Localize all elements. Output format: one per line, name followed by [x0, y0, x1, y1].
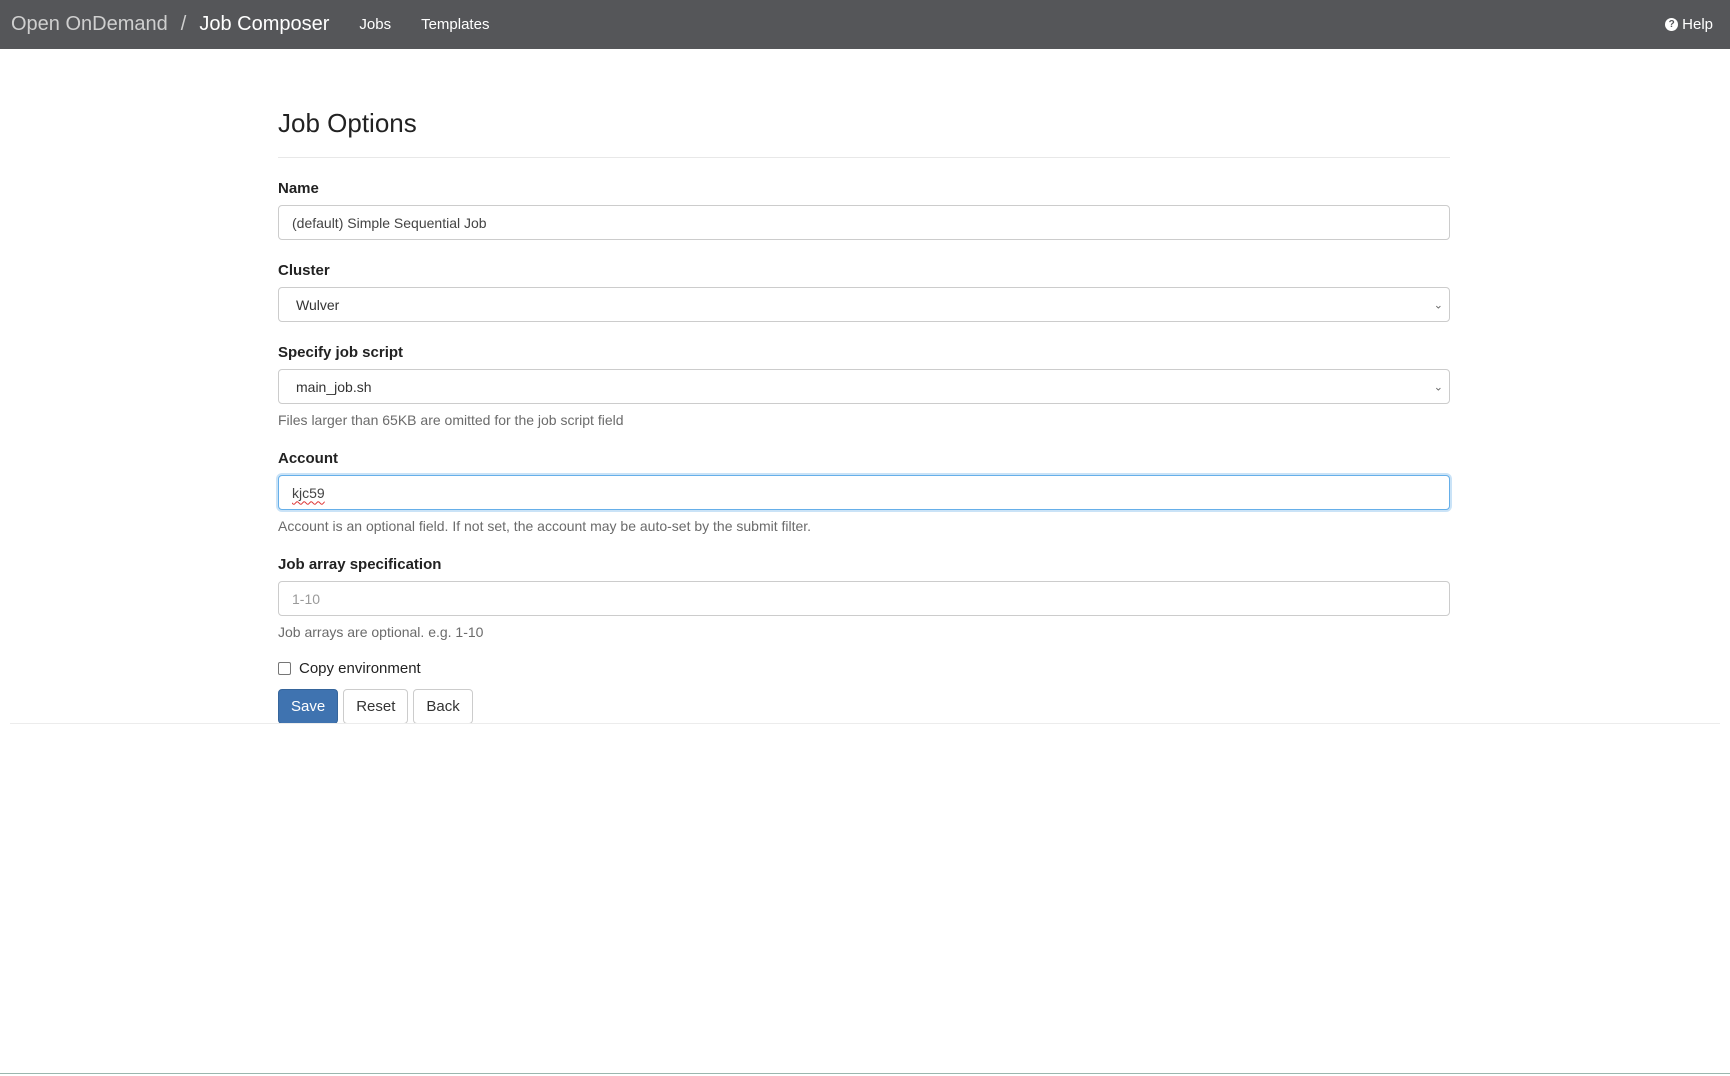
name-group: Name (default) Simple Sequential Job [278, 180, 1450, 240]
save-button[interactable]: Save [278, 689, 339, 724]
account-input[interactable]: kjc59 [278, 475, 1450, 510]
cluster-group: Cluster Wulver ⌄ [278, 262, 1450, 322]
question-circle-icon: ? [1665, 18, 1679, 31]
account-group: Account kjc59 Account is an optional fie… [278, 450, 1450, 534]
chevron-down-icon: ⌄ [1433, 299, 1443, 311]
reset-button[interactable]: Reset [343, 689, 409, 724]
help-link[interactable]: ? Help [1665, 16, 1713, 33]
job-options-form: Job Options Name (default) Simple Sequen… [278, 96, 1450, 724]
nav-link-templates[interactable]: Templates [421, 16, 489, 33]
account-label: Account [278, 450, 338, 467]
cluster-label: Cluster [278, 262, 330, 279]
job-script-group: Specify job script main_job.sh ⌄ Files l… [278, 344, 1450, 428]
nav-link-jobs[interactable]: Jobs [359, 16, 391, 33]
name-input[interactable]: (default) Simple Sequential Job [278, 205, 1450, 240]
job-array-input[interactable]: 1-10 [278, 581, 1450, 616]
job-script-select[interactable]: main_job.sh ⌄ [278, 369, 1450, 404]
page-title: Job Options [278, 96, 1450, 158]
copy-environment-label[interactable]: Copy environment [299, 660, 421, 677]
cluster-select[interactable]: Wulver ⌄ [278, 287, 1450, 322]
job-script-help: Files larger than 65KB are omitted for t… [278, 412, 624, 428]
top-navbar: Open OnDemand / Job Composer Jobs Templa… [0, 0, 1730, 49]
name-label: Name [278, 180, 319, 197]
account-help: Account is an optional field. If not set… [278, 518, 812, 534]
brand-separator: / [180, 13, 187, 35]
app-name-link[interactable]: Job Composer [199, 13, 329, 36]
job-array-label: Job array specification [278, 556, 442, 573]
footer-divider [10, 723, 1720, 724]
back-button[interactable]: Back [413, 689, 473, 724]
brand-link[interactable]: Open OnDemand [11, 13, 168, 36]
bottom-divider [0, 1073, 1730, 1074]
copy-environment-row: Copy environment [278, 660, 1450, 677]
job-array-placeholder: 1-10 [292, 590, 321, 607]
job-array-help: Job arrays are optional. e.g. 1-10 [278, 624, 484, 640]
help-label: Help [1682, 16, 1713, 33]
account-value: kjc59 [292, 484, 325, 501]
job-script-label: Specify job script [278, 344, 404, 361]
brand: Open OnDemand / Job Composer [11, 13, 329, 36]
job-array-group: Job array specification 1-10 Job arrays … [278, 556, 1450, 640]
copy-environment-checkbox[interactable] [278, 662, 291, 675]
nav-links: Jobs Templates [359, 16, 519, 33]
name-value: (default) Simple Sequential Job [292, 214, 487, 231]
job-script-selected: main_job.sh [296, 378, 372, 395]
form-buttons: Save Reset Back [278, 689, 1450, 724]
cluster-selected: Wulver [296, 296, 340, 313]
chevron-down-icon: ⌄ [1433, 381, 1443, 393]
